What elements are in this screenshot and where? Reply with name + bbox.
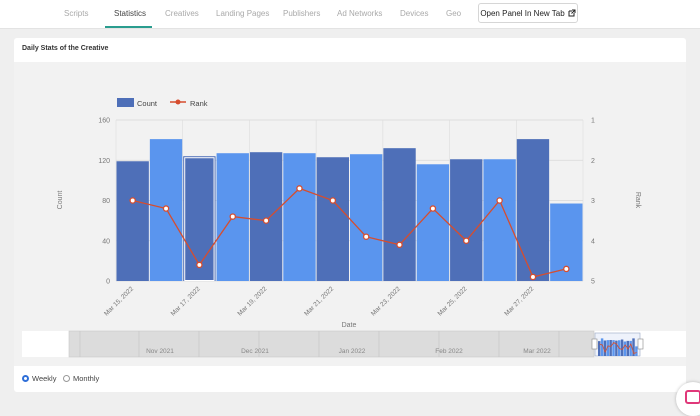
navigator-label: Dec 2021: [241, 348, 269, 355]
monthly-label: Monthly: [73, 374, 100, 383]
weekly-option[interactable]: Weekly: [22, 374, 56, 383]
rank-point: [362, 233, 370, 240]
navigator-mini-bar: [629, 340, 632, 356]
count-bar: [116, 161, 149, 281]
x-axis-title: Date: [342, 322, 357, 329]
x-tick-label: Mar 25, 2022: [437, 285, 469, 317]
count-bar: [283, 153, 316, 281]
rank-point: [196, 261, 203, 269]
y-axis-title: Count: [57, 191, 64, 210]
rank-point: [229, 213, 236, 220]
rank-point: [529, 273, 537, 281]
navigator-mini-bar: [609, 340, 612, 356]
rank-point: [329, 197, 337, 204]
navigator-mini-bar: [598, 341, 601, 356]
chat-button[interactable]: [676, 382, 700, 416]
x-tick-label: Mar 27, 2022: [503, 285, 535, 317]
navigator-left-handle: [591, 338, 598, 350]
y-tick-label: 120: [98, 158, 110, 165]
rank-point: [462, 237, 470, 244]
monthly-option[interactable]: Monthly: [63, 374, 99, 383]
count-bar: [483, 159, 516, 281]
count-bar: [416, 164, 450, 281]
navigator-label: Feb 2022: [435, 348, 463, 355]
rank-point: [262, 217, 270, 224]
rank-point: [429, 205, 437, 212]
daily-stats-chart: Count Rank 0 40 80 120 160 1 2 3 4 5 Mar 15, 2022 Mar…: [22, 98, 686, 358]
navigator-mini-bar: [635, 346, 638, 356]
x-tick-label: Mar 17, 2022: [170, 285, 202, 317]
legend-count-swatch: [117, 98, 134, 107]
rank-point: [129, 197, 136, 204]
count-bar: [450, 159, 483, 281]
rank-point: [396, 241, 403, 249]
navigator-label: Mar 2022: [523, 348, 551, 355]
x-tick-label: Mar 21, 2022: [303, 285, 335, 317]
y2-tick-label: 5: [591, 279, 595, 286]
count-bar: [249, 152, 283, 281]
weekly-radio[interactable]: [22, 375, 29, 382]
rank-point: [496, 197, 503, 204]
count-bar: [316, 157, 349, 281]
y2-tick-label: 1: [591, 118, 595, 125]
count-bar: [516, 139, 550, 281]
y2-tick-label: 4: [591, 238, 595, 245]
navigator-label: Nov 2021: [146, 348, 174, 355]
y-tick-label: 0: [106, 279, 110, 286]
x-tick-label: Mar 19, 2022: [236, 285, 268, 317]
navigator-mini-bar: [623, 341, 627, 356]
y2-axis-title: Rank: [634, 192, 641, 209]
legend-count-label: Count: [137, 99, 158, 108]
count-bar: [383, 148, 416, 281]
x-tick-label: Mar 15, 2022: [103, 285, 135, 317]
navigator-label: Jan 2022: [339, 348, 366, 355]
monthly-radio[interactable]: [63, 375, 70, 382]
y-tick-label: 160: [98, 118, 110, 125]
y2-tick-label: 3: [591, 198, 595, 205]
rank-point: [296, 185, 303, 192]
x-tick-label: Mar 23, 2022: [370, 285, 402, 317]
count-bar: [350, 154, 383, 281]
rank-point: [162, 205, 170, 212]
y2-tick-label: 2: [591, 158, 595, 165]
navigator-right-handle: [637, 338, 644, 350]
legend-rank-label: Rank: [190, 99, 208, 108]
chat-icon: [685, 390, 700, 404]
navigator-mini-bar: [615, 340, 618, 356]
y-tick-label: 40: [102, 238, 110, 245]
navigator-mini-bar: [603, 340, 607, 356]
y-tick-label: 80: [102, 198, 110, 205]
rank-point: [563, 265, 570, 273]
weekly-label: Weekly: [32, 374, 57, 383]
legend-rank-marker: [175, 99, 181, 105]
